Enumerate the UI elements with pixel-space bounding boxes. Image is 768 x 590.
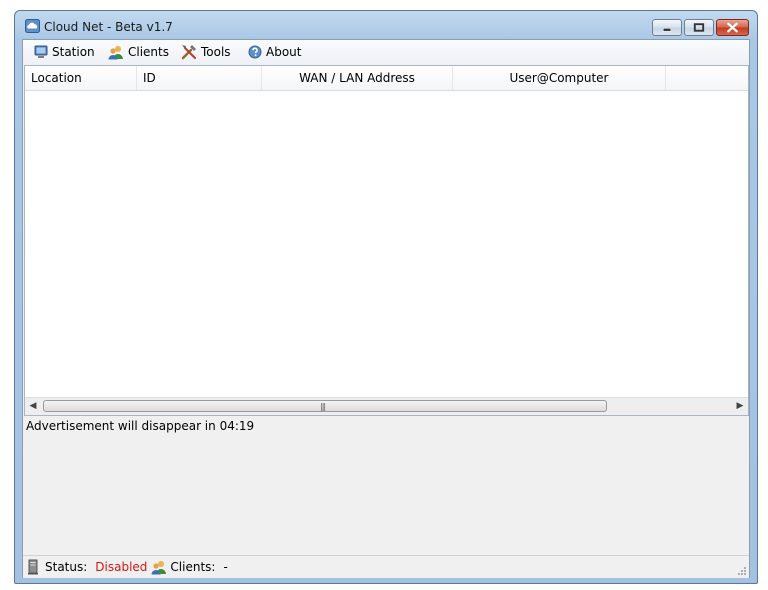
users-icon	[108, 45, 123, 59]
maximize-icon	[693, 23, 705, 32]
menu-clients[interactable]: Clients	[108, 44, 169, 60]
clients-label: Clients:	[170, 560, 216, 574]
column-user[interactable]: User@Computer	[453, 66, 666, 90]
server-icon	[28, 559, 38, 575]
scroll-left-icon[interactable]: ◀	[28, 401, 38, 411]
close-icon	[727, 22, 738, 33]
advertisement-panel: Advertisement will disappear in 04:19	[24, 418, 749, 555]
grip-icon: |||	[320, 402, 326, 411]
close-button[interactable]	[716, 19, 749, 36]
column-user-label: User@Computer	[509, 71, 609, 85]
advertisement-countdown: Advertisement will disappear in 04:19	[26, 419, 255, 433]
users-icon	[151, 560, 167, 574]
menu-station[interactable]: Station	[34, 44, 95, 60]
maximize-button[interactable]	[684, 19, 714, 36]
clients-list[interactable]: Location ID WAN / LAN Address User@Compu…	[24, 65, 749, 416]
app-window: Cloud Net - Beta v1.7 Station Clients To…	[14, 10, 758, 584]
client-area: Station Clients Tools About Location ID …	[22, 39, 750, 578]
horizontal-scrollbar[interactable]: ◀ ||| ▶	[25, 397, 748, 415]
column-id[interactable]: ID	[137, 66, 262, 90]
menu-bar: Station Clients Tools About	[23, 40, 749, 64]
clients-count: -	[223, 560, 228, 574]
cloud-app-icon	[25, 19, 40, 33]
column-location[interactable]: Location	[25, 66, 137, 90]
list-header: Location ID WAN / LAN Address User@Compu…	[25, 66, 748, 91]
monitor-icon	[34, 45, 48, 58]
menu-about[interactable]: About	[248, 44, 301, 60]
column-location-label: Location	[31, 71, 82, 85]
scrollbar-thumb[interactable]: |||	[43, 400, 607, 412]
title-bar[interactable]: Cloud Net - Beta v1.7	[15, 11, 757, 39]
status-label: Status:	[45, 560, 88, 574]
column-address-label: WAN / LAN Address	[299, 71, 415, 85]
menu-tools[interactable]: Tools	[181, 44, 231, 60]
column-extra[interactable]	[666, 66, 748, 90]
status-value: Disabled	[95, 560, 148, 574]
column-id-label: ID	[143, 71, 156, 85]
minimize-icon	[663, 28, 671, 32]
minimize-button[interactable]	[652, 19, 682, 36]
column-address[interactable]: WAN / LAN Address	[262, 66, 453, 90]
menu-station-label: Station	[52, 45, 95, 59]
tools-icon	[181, 45, 197, 60]
resize-grip-icon[interactable]	[737, 566, 747, 576]
menu-about-label: About	[266, 45, 302, 59]
menu-clients-label: Clients	[128, 45, 169, 59]
scroll-right-icon[interactable]: ▶	[735, 401, 745, 411]
window-title: Cloud Net - Beta v1.7	[44, 20, 173, 34]
menu-tools-label: Tools	[201, 45, 231, 59]
help-icon	[248, 45, 262, 59]
status-bar: Status: Disabled Clients: -	[23, 555, 749, 578]
